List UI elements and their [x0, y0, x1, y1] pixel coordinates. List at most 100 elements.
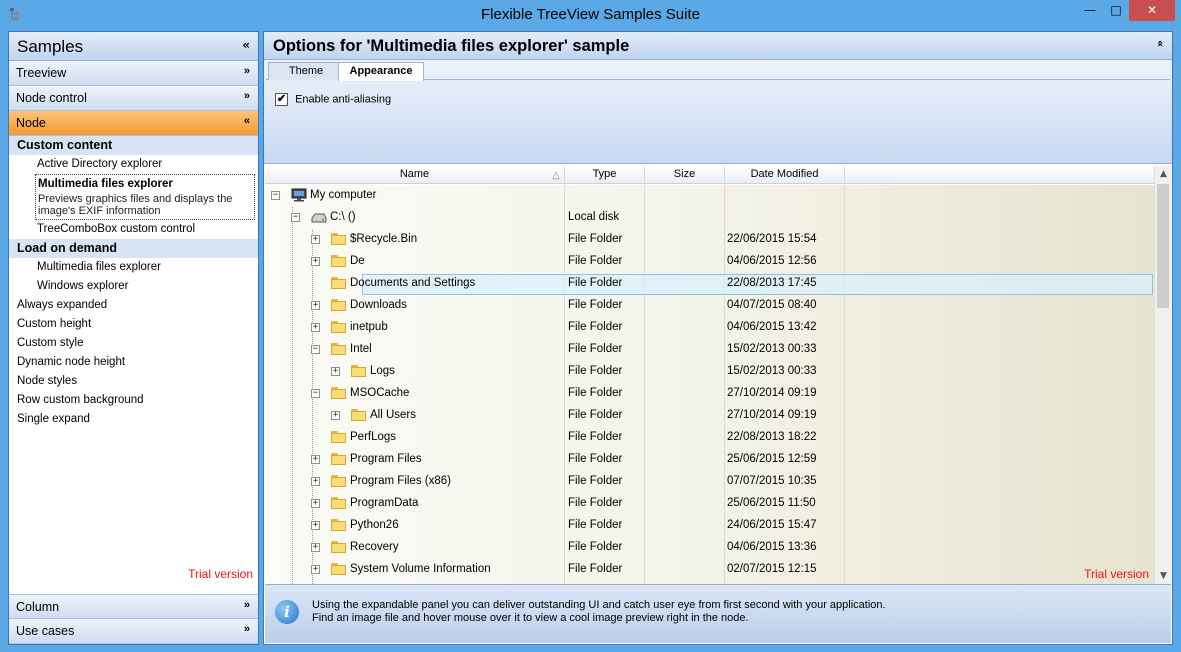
expand-node-icon[interactable]: + [311, 499, 320, 508]
tree-node-date-modified: 22/08/2013 17:45 [727, 277, 817, 289]
tree-row[interactable]: + Logs File Folder 15/02/2013 00:33 [265, 361, 1154, 383]
tree-node-name: MSOCache [350, 387, 410, 399]
scrollbar-thumb[interactable] [1157, 184, 1169, 308]
column-header-type[interactable]: Type [565, 166, 645, 184]
expand-node-icon[interactable]: + [331, 367, 340, 376]
tree-node-type: File Folder [568, 563, 623, 575]
tree-node-name: De [350, 255, 365, 267]
tree-row[interactable]: + Program Files (x86) File Folder 07/07/201… [265, 471, 1154, 493]
sample-row-custom-background[interactable]: Row custom background [9, 391, 258, 410]
maximize-button[interactable]: □ [1103, 0, 1129, 21]
tree-node-date-modified: 04/06/2015 13:36 [727, 541, 817, 553]
collapse-node-icon[interactable]: − [311, 345, 320, 354]
tree-node-type: File Folder [568, 299, 623, 311]
collapse-panel-icon[interactable]: « [242, 38, 250, 52]
sample-windows-explorer[interactable]: Windows explorer [9, 277, 258, 296]
tree-node-name: ProgramData [350, 497, 419, 509]
expand-node-icon[interactable]: + [311, 543, 320, 552]
expand-node-icon[interactable]: + [311, 455, 320, 464]
anti-aliasing-checkbox[interactable]: ✔ [275, 93, 288, 106]
expand-node-icon[interactable]: + [311, 235, 320, 244]
expand-node-icon[interactable]: + [311, 477, 320, 486]
tree-row[interactable]: + Program Files File Folder 25/06/2015 12:5… [265, 449, 1154, 471]
folder-icon [331, 475, 346, 487]
group-node-control[interactable]: Node control » [9, 86, 258, 111]
sample-active-directory-explorer[interactable]: Active Directory explorer [9, 155, 258, 174]
tree-node-name: C:\ () [330, 211, 356, 223]
tree-row[interactable]: Documents and Settings File Folder 22/08/2… [265, 273, 1154, 295]
tree-node-type: File Folder [568, 365, 623, 377]
tree-row[interactable]: + Recovery File Folder 04/06/2015 13:36 [265, 537, 1154, 559]
sample-multimedia-files-explorer[interactable]: Multimedia files explorer [9, 258, 258, 277]
tree-row[interactable]: + System Volume Information File Folder 02/… [265, 559, 1154, 581]
tree-node-name: My computer [310, 189, 377, 201]
tree-row[interactable]: + Python26 File Folder 24/06/2015 15:47 [265, 515, 1154, 537]
tree-row[interactable]: PerfLogs File Folder 22/08/2013 18:22 [265, 427, 1154, 449]
tree-node-date-modified: 15/02/2013 00:33 [727, 343, 817, 355]
group-column[interactable]: Column » [9, 594, 258, 619]
vertical-scrollbar[interactable]: ▲ ▼ [1154, 166, 1171, 584]
tree-row[interactable]: − MSOCache File Folder 27/10/2014 09:19 [265, 383, 1154, 405]
column-header-date-modified[interactable]: Date Modified [725, 166, 845, 184]
tree-row[interactable]: + inetpub File Folder 04/06/2015 13:42 [265, 317, 1154, 339]
tree-row[interactable]: + ProgramData File Folder 25/06/2015 11:50 [265, 493, 1154, 515]
tree-node-type: File Folder [568, 387, 623, 399]
tree-row[interactable]: − C:\ () Local disk [265, 207, 1154, 229]
sample-custom-style[interactable]: Custom style [9, 334, 258, 353]
sample-dynamic-node-height[interactable]: Dynamic node height [9, 353, 258, 372]
collapse-node-icon[interactable]: − [271, 191, 280, 200]
expand-node-icon[interactable]: + [311, 565, 320, 574]
group-node[interactable]: Node « [9, 111, 258, 136]
folder-icon [331, 343, 346, 355]
sample-multimedia-files-explorer-selected[interactable]: Multimedia files explorer Previews graph… [35, 174, 255, 220]
collapse-options-icon[interactable]: « [1154, 40, 1167, 47]
folder-icon [331, 233, 346, 245]
sample-custom-height[interactable]: Custom height [9, 315, 258, 334]
sample-treecombobox[interactable]: TreeComboBox custom control [9, 220, 258, 239]
grid-header: Name △ Type Size Date Modified [265, 166, 1154, 184]
sample-always-expanded[interactable]: Always expanded [9, 296, 258, 315]
folder-icon [331, 541, 346, 553]
samples-title: Samples [17, 37, 84, 56]
tree-row[interactable]: − My computer [265, 185, 1154, 207]
group-use-cases[interactable]: Use cases » [9, 619, 258, 644]
samples-panel: Samples « Treeview » Node control » Node… [8, 31, 259, 645]
column-name-label: Name [399, 168, 430, 180]
scroll-down-arrow-icon[interactable]: ▼ [1155, 568, 1171, 584]
expand-chevron-icon: » [243, 90, 250, 102]
tree-row[interactable]: + De File Folder 04/06/2015 12:56 [265, 251, 1154, 273]
tree-node-date-modified: 22/06/2015 15:54 [727, 233, 817, 245]
expand-node-icon[interactable]: + [311, 323, 320, 332]
close-button[interactable]: ✕ [1129, 0, 1175, 21]
tree-node-type: File Folder [568, 475, 623, 487]
expand-chevron-icon: » [243, 65, 250, 77]
group-treeview[interactable]: Treeview » [9, 61, 258, 86]
minimize-button[interactable]: — [1077, 0, 1103, 21]
expand-node-icon[interactable]: + [331, 411, 340, 420]
computer-icon [291, 188, 307, 202]
tree-node-date-modified: 25/06/2015 12:59 [727, 453, 817, 465]
column-header-size[interactable]: Size [645, 166, 725, 184]
column-header-name[interactable]: Name △ [265, 166, 565, 184]
file-tree-grid[interactable]: Name △ Type Size Date Modified − My compu… [265, 166, 1171, 584]
expand-node-icon[interactable]: + [311, 521, 320, 530]
expand-node-icon[interactable]: + [311, 301, 320, 310]
tree-row[interactable]: + $Recycle.Bin File Folder 22/06/2015 15:54 [265, 229, 1154, 251]
tree-row[interactable]: + All Users File Folder 27/10/2014 09:19 [265, 405, 1154, 427]
scroll-up-arrow-icon[interactable]: ▲ [1155, 166, 1171, 182]
anti-aliasing-option[interactable]: ✔ Enable anti-aliasing [275, 93, 391, 106]
sample-single-expand[interactable]: Single expand [9, 410, 258, 429]
tree-node-type: File Folder [568, 277, 623, 289]
tab-appearance[interactable]: Appearance [338, 62, 424, 81]
tree-row[interactable]: − Intel File Folder 15/02/2013 00:33 [265, 339, 1154, 361]
collapse-node-icon[interactable]: − [291, 213, 300, 222]
sample-node-styles[interactable]: Node styles [9, 372, 258, 391]
tree-node-name: $Recycle.Bin [350, 233, 418, 245]
tab-theme[interactable]: Theme [268, 62, 344, 80]
collapse-node-icon[interactable]: − [311, 389, 320, 398]
title-bar: Flexible TreeView Samples Suite — □ ✕ [0, 0, 1181, 31]
expand-node-icon[interactable]: + [311, 257, 320, 266]
tree-node-date-modified: 02/07/2015 12:15 [727, 563, 817, 575]
tree-row[interactable]: + Downloads File Folder 04/07/2015 08:40 [265, 295, 1154, 317]
tree-node-type: File Folder [568, 255, 623, 267]
